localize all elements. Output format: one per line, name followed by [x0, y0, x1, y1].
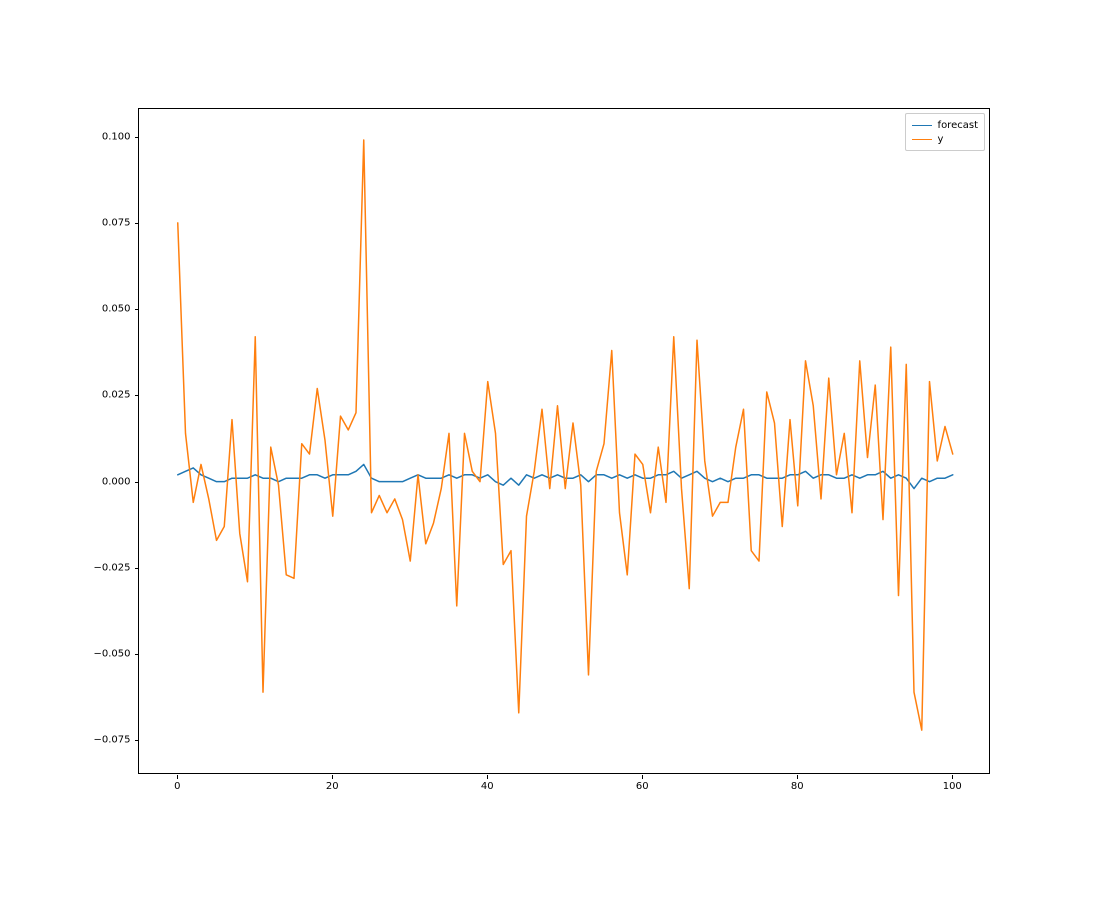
legend-swatch — [912, 139, 932, 140]
ytick-mark — [135, 568, 139, 569]
series-line-y — [177, 140, 952, 730]
xtick-label: 100 — [943, 781, 962, 792]
legend-entry: forecast — [912, 118, 978, 132]
ytick-label: 0.000 — [81, 476, 131, 487]
ytick-label: 0.075 — [81, 217, 131, 228]
ytick-mark — [135, 137, 139, 138]
ytick-mark — [135, 654, 139, 655]
xtick-label: 20 — [326, 781, 339, 792]
xtick-label: 0 — [174, 781, 180, 792]
xtick-mark — [797, 775, 798, 779]
xtick-mark — [642, 775, 643, 779]
xtick-label: 60 — [636, 781, 649, 792]
xtick-mark — [952, 775, 953, 779]
ytick-label: −0.025 — [81, 562, 131, 573]
xtick-mark — [332, 775, 333, 779]
legend-label: forecast — [938, 120, 978, 131]
ytick-mark — [135, 309, 139, 310]
xtick-mark — [487, 775, 488, 779]
legend: forecast y — [905, 113, 985, 151]
legend-entry: y — [912, 132, 978, 146]
ytick-mark — [135, 740, 139, 741]
ytick-label: −0.050 — [81, 649, 131, 660]
legend-label: y — [938, 134, 944, 145]
ytick-label: −0.075 — [81, 735, 131, 746]
ytick-label: 0.050 — [81, 304, 131, 315]
ytick-mark — [135, 482, 139, 483]
xtick-label: 80 — [791, 781, 804, 792]
legend-swatch — [912, 125, 932, 126]
ytick-label: 0.025 — [81, 390, 131, 401]
chart-axes: forecasty 020406080100−0.075−0.050−0.025… — [138, 108, 991, 774]
ytick-label: 0.100 — [81, 131, 131, 142]
ytick-mark — [135, 395, 139, 396]
xtick-label: 40 — [481, 781, 494, 792]
ytick-mark — [135, 223, 139, 224]
xtick-mark — [177, 775, 178, 779]
plot-area — [139, 109, 992, 775]
figure: forecast y 0 20 40 60 80 100 −0.075 −0.050 −0.025… — [0, 0, 1100, 900]
